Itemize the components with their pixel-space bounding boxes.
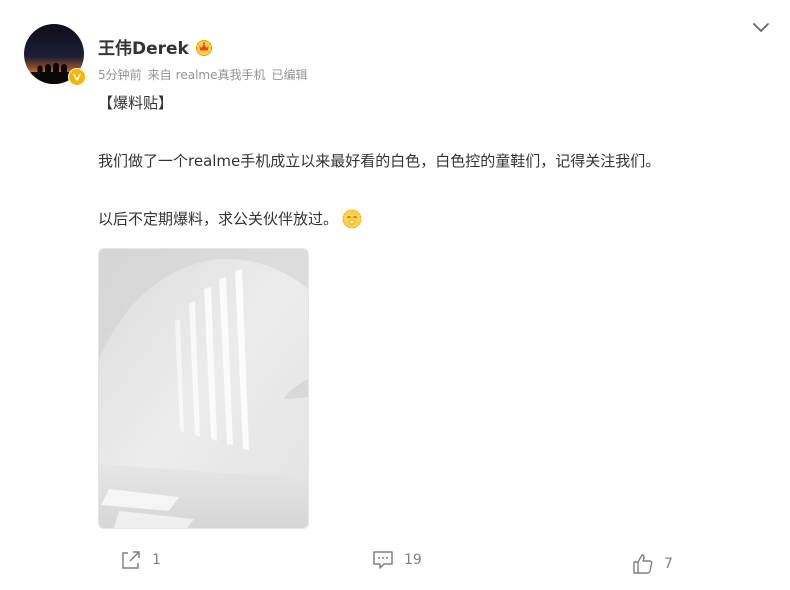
chevron-down-icon[interactable]: [752, 20, 770, 34]
repost-button[interactable]: 1: [120, 550, 161, 570]
post-line-3: 以后不定期爆料，求公关伙伴放过。: [98, 208, 362, 230]
post-line-2: 我们做了一个realme手机成立以来最好看的白色，白色控的童鞋们，记得关注我们。: [98, 152, 661, 170]
like-count: 7: [664, 556, 673, 572]
verified-icon: [68, 68, 86, 86]
repost-icon: [122, 551, 140, 569]
post-meta: 5分钟前 来自 realme真我手机 已编辑: [98, 66, 308, 83]
post-line-3-text: 以后不定期爆料，求公关伙伴放过。: [98, 210, 339, 228]
post-time[interactable]: 5分钟前: [98, 66, 142, 83]
author-name[interactable]: 王伟Derek: [98, 34, 213, 59]
begging-emoji-icon: [342, 209, 362, 229]
comment-icon: [373, 551, 393, 569]
like-button[interactable]: 7: [632, 553, 673, 575]
post-image[interactable]: [98, 248, 309, 529]
author-name-text: 王伟Derek: [98, 39, 189, 59]
white-room-image: [99, 249, 308, 528]
repost-count: 1: [152, 552, 161, 568]
source-prefix: 来自: [147, 68, 172, 82]
crown-badge-icon[interactable]: [195, 38, 213, 56]
comment-button[interactable]: 19: [372, 550, 422, 570]
comment-count: 19: [404, 552, 422, 568]
post-line-1: 【爆料贴】: [98, 94, 174, 112]
like-icon: [633, 554, 653, 574]
edited-label[interactable]: 已编辑: [271, 66, 307, 83]
post-source[interactable]: realme真我手机: [176, 66, 266, 83]
